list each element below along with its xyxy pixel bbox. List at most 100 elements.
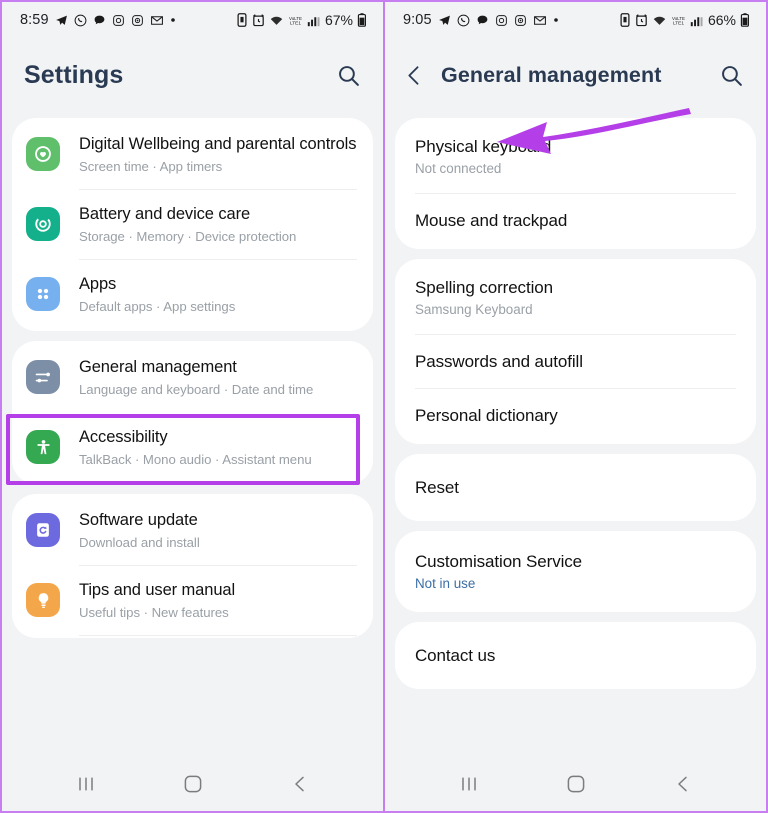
general-management-list: Physical keyboard Not connected Mouse an… bbox=[385, 118, 766, 757]
settings-list: Digital Wellbeing and parental controls … bbox=[2, 118, 383, 757]
settings-item-subtitle: TalkBack · Mono audio · Assistant menu bbox=[79, 452, 312, 467]
gm-item-customisation-service[interactable]: Customisation Service Not in use bbox=[395, 533, 756, 610]
wifi-icon bbox=[269, 14, 284, 27]
gm-item-spelling-correction[interactable]: Spelling correction Samsung Keyboard bbox=[395, 261, 756, 334]
chevron-left-icon[interactable] bbox=[397, 58, 431, 92]
settings-item-text: Digital Wellbeing and parental controls … bbox=[79, 133, 357, 176]
back-icon[interactable] bbox=[660, 764, 706, 804]
home-icon[interactable] bbox=[553, 764, 599, 804]
general-management-icon bbox=[26, 360, 60, 394]
status-time: 9:05 bbox=[403, 12, 432, 28]
apps-icon bbox=[26, 277, 60, 311]
camera-icon bbox=[131, 14, 144, 27]
status-bar-left: 8:59 VoLTE LTE1 67% bbox=[2, 2, 383, 38]
gm-item-subtitle: Not in use bbox=[415, 576, 476, 591]
status-bar-right-cluster: VoLTE LTE1 66% bbox=[619, 12, 750, 28]
gm-item-title: Physical keyboard bbox=[415, 137, 552, 156]
whatsapp-icon bbox=[457, 14, 470, 27]
gm-item-mouse-and-trackpad[interactable]: Mouse and trackpad bbox=[395, 194, 756, 247]
search-icon[interactable] bbox=[714, 58, 748, 92]
settings-item-digital-wellbeing[interactable]: Digital Wellbeing and parental controls … bbox=[12, 120, 373, 189]
settings-item-title: General management bbox=[79, 358, 237, 376]
gm-item-title: Spelling correction bbox=[415, 278, 553, 297]
recents-icon[interactable] bbox=[63, 764, 109, 804]
alarm-icon bbox=[252, 13, 265, 27]
lte-icon: VoLTE LTE1 bbox=[288, 14, 303, 27]
wifi-icon bbox=[652, 14, 667, 27]
gm-item-title: Mouse and trackpad bbox=[415, 211, 568, 230]
software-update-icon bbox=[26, 513, 60, 547]
svg-text:VoLTE: VoLTE bbox=[289, 15, 302, 20]
telegram-icon bbox=[55, 14, 68, 27]
page-title: General management bbox=[441, 62, 662, 87]
divider bbox=[79, 635, 357, 636]
gm-item-title: Reset bbox=[415, 478, 459, 497]
settings-group-1: Digital Wellbeing and parental controls … bbox=[12, 118, 373, 331]
settings-item-title: Accessibility bbox=[79, 428, 168, 446]
gm-item-title: Personal dictionary bbox=[415, 406, 558, 425]
recents-icon[interactable] bbox=[446, 764, 492, 804]
settings-item-text: Apps Default apps · App settings bbox=[79, 273, 357, 316]
dot-icon bbox=[170, 17, 176, 23]
back-icon[interactable] bbox=[277, 764, 323, 804]
status-bar-left-cluster: 9:05 bbox=[403, 12, 559, 28]
settings-item-general-management[interactable]: General management Language and keyboard… bbox=[12, 343, 373, 412]
gm-group-1: Physical keyboard Not connected Mouse an… bbox=[395, 118, 756, 249]
status-bar-right-cluster: VoLTE LTE1 67% bbox=[236, 12, 367, 28]
gm-item-title: Passwords and autofill bbox=[415, 352, 583, 371]
gm-group-2: Spelling correction Samsung Keyboard Pas… bbox=[395, 259, 756, 444]
camera-icon bbox=[514, 14, 527, 27]
digital-wellbeing-icon bbox=[26, 137, 60, 171]
gm-item-title: Customisation Service bbox=[415, 552, 583, 571]
gm-item-physical-keyboard[interactable]: Physical keyboard Not connected bbox=[395, 120, 756, 193]
gm-item-subtitle: Not connected bbox=[415, 161, 502, 176]
settings-item-battery-device-care[interactable]: Battery and device care Storage · Memory… bbox=[12, 190, 373, 259]
gm-item-reset[interactable]: Reset bbox=[395, 456, 756, 519]
gmail-icon bbox=[533, 14, 547, 27]
settings-item-text: Tips and user manual Useful tips · New f… bbox=[79, 579, 357, 622]
right-phone-screen: 9:05 VoLTE LTE1 66% General management P… bbox=[384, 0, 768, 813]
settings-item-title: Software update bbox=[79, 511, 198, 529]
screenshot-root: 8:59 VoLTE LTE1 67% Settings Digital Wel… bbox=[0, 0, 768, 813]
settings-item-title: Apps bbox=[79, 275, 117, 293]
sim-icon bbox=[619, 13, 631, 27]
svg-text:VoLTE: VoLTE bbox=[672, 15, 685, 20]
settings-item-subtitle: Storage · Memory · Device protection bbox=[79, 229, 297, 244]
settings-item-title: Tips and user manual bbox=[79, 581, 236, 599]
settings-item-tips[interactable]: Tips and user manual Useful tips · New f… bbox=[12, 566, 373, 635]
accessibility-icon bbox=[26, 430, 60, 464]
signal-icon bbox=[307, 14, 320, 27]
instagram-icon bbox=[112, 14, 125, 27]
lte-icon: VoLTE LTE1 bbox=[671, 14, 686, 27]
settings-item-accessibility[interactable]: Accessibility TalkBack · Mono audio · As… bbox=[12, 413, 373, 482]
gm-item-passwords-and-autofill[interactable]: Passwords and autofill bbox=[395, 335, 756, 388]
gm-item-personal-dictionary[interactable]: Personal dictionary bbox=[395, 389, 756, 442]
search-icon[interactable] bbox=[331, 58, 365, 92]
battery-icon bbox=[740, 13, 750, 27]
instagram-icon bbox=[495, 14, 508, 27]
app-bar-general-management: General management bbox=[385, 38, 766, 118]
settings-item-title: Digital Wellbeing and parental controls bbox=[79, 135, 357, 153]
gmail-icon bbox=[150, 14, 164, 27]
settings-item-subtitle: Screen time · App timers bbox=[79, 159, 223, 174]
gm-group-5: Contact us bbox=[395, 622, 756, 689]
settings-item-apps[interactable]: Apps Default apps · App settings bbox=[12, 260, 373, 329]
dot-icon bbox=[553, 17, 559, 23]
settings-item-text: General management Language and keyboard… bbox=[79, 356, 357, 399]
nav-bar-left bbox=[2, 757, 383, 811]
settings-item-subtitle: Useful tips · New features bbox=[79, 605, 229, 620]
status-bar-right: 9:05 VoLTE LTE1 66% bbox=[385, 2, 766, 38]
battery-percentage: 66% bbox=[707, 12, 736, 28]
whatsapp-icon bbox=[74, 14, 87, 27]
settings-item-software-update[interactable]: Software update Download and install bbox=[12, 496, 373, 565]
gm-item-contact-us[interactable]: Contact us bbox=[395, 624, 756, 687]
svg-text:LTE1: LTE1 bbox=[290, 20, 301, 26]
settings-group-3: Software update Download and install Tip… bbox=[12, 494, 373, 638]
alarm-icon bbox=[635, 13, 648, 27]
home-icon[interactable] bbox=[170, 764, 216, 804]
settings-item-text: Software update Download and install bbox=[79, 509, 357, 552]
sim-icon bbox=[236, 13, 248, 27]
settings-group-2: General management Language and keyboard… bbox=[12, 341, 373, 484]
gm-group-4: Customisation Service Not in use bbox=[395, 531, 756, 612]
